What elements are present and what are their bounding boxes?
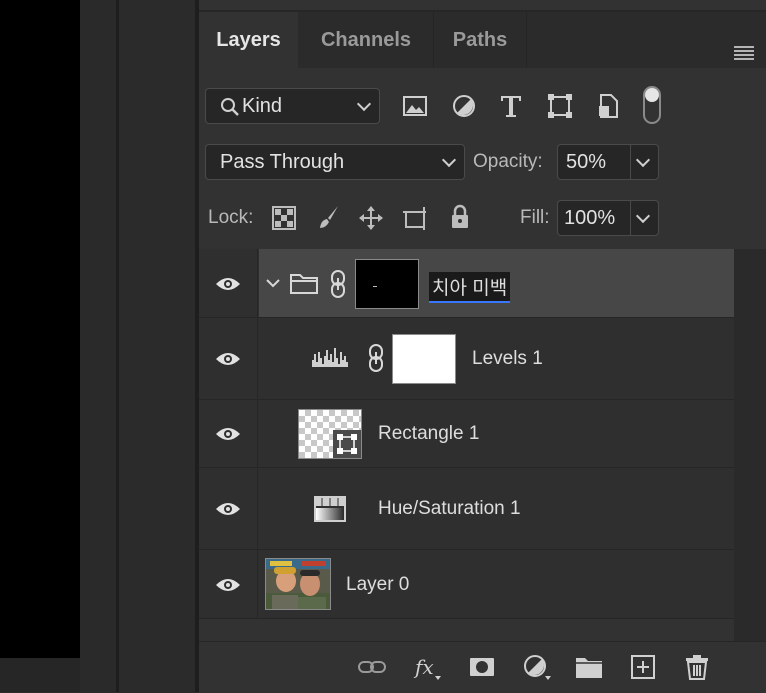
opacity-label: Opacity: bbox=[473, 151, 543, 172]
type-filter-icon[interactable] bbox=[498, 93, 524, 119]
filter-toggle-icon[interactable] bbox=[643, 86, 661, 124]
layer-name-hue-saturation[interactable]: Hue/Saturation 1 bbox=[378, 498, 521, 520]
layer-name-levels[interactable]: Levels 1 bbox=[472, 348, 543, 370]
panel-top-handle[interactable] bbox=[199, 0, 766, 12]
add-mask-icon[interactable] bbox=[468, 654, 496, 680]
fill-label: Fill: bbox=[520, 207, 550, 228]
canvas-status-strip bbox=[0, 658, 80, 692]
document-canvas[interactable] bbox=[0, 0, 80, 658]
mask-link-icon[interactable] bbox=[329, 269, 347, 299]
fill-value: 100% bbox=[564, 207, 616, 229]
dock-column-2 bbox=[119, 0, 195, 692]
panel-tabs: Layers Channels Paths bbox=[199, 12, 766, 68]
fx-icon[interactable]: fx bbox=[413, 654, 441, 680]
chevron-down-icon[interactable] bbox=[265, 277, 281, 289]
opacity-value: 50% bbox=[566, 151, 607, 173]
layer-mask-thumbnail[interactable] bbox=[392, 334, 456, 384]
layers-scrollbar[interactable] bbox=[734, 249, 766, 641]
blend-mode-select[interactable]: Pass Through bbox=[205, 144, 465, 180]
folder-icon bbox=[290, 274, 318, 294]
levels-adjustment-icon bbox=[312, 348, 348, 367]
layer-name-group[interactable]: 치아 미백 bbox=[429, 272, 511, 303]
layer-mask-thumbnail[interactable] bbox=[355, 259, 419, 309]
search-icon bbox=[221, 98, 239, 116]
visibility-eye-icon[interactable] bbox=[215, 501, 241, 517]
kind-filter-label: Kind bbox=[242, 95, 283, 117]
blend-mode-value: Pass Through bbox=[220, 151, 345, 173]
lock-image-icon[interactable] bbox=[316, 204, 342, 230]
visibility-eye-icon[interactable] bbox=[215, 276, 241, 292]
tab-layers[interactable]: Layers bbox=[199, 12, 298, 68]
smart-object-filter-icon[interactable] bbox=[596, 93, 622, 119]
delete-layer-icon[interactable] bbox=[683, 654, 711, 680]
lock-all-icon[interactable] bbox=[447, 204, 473, 230]
layer-row-hue-saturation[interactable]: Hue/Saturation 1 bbox=[199, 468, 734, 550]
lock-position-icon[interactable] bbox=[358, 205, 384, 231]
layer-name-layer-0[interactable]: Layer 0 bbox=[346, 574, 409, 596]
image-filter-icon[interactable] bbox=[402, 93, 428, 119]
opacity-input[interactable]: 50% bbox=[557, 144, 659, 180]
link-layers-icon[interactable] bbox=[358, 654, 386, 680]
shape-layer-badge-icon bbox=[333, 430, 361, 458]
shape-filter-icon[interactable] bbox=[547, 93, 573, 119]
tab-channels[interactable]: Channels bbox=[299, 12, 433, 68]
svg-text:fx: fx bbox=[413, 655, 434, 679]
new-layer-icon[interactable] bbox=[629, 654, 657, 680]
kind-filter-select[interactable]: Kind bbox=[205, 88, 380, 124]
visibility-eye-icon[interactable] bbox=[215, 577, 241, 593]
lock-artboard-icon[interactable] bbox=[402, 205, 428, 231]
chevron-down-icon bbox=[441, 152, 457, 168]
layer-row-levels[interactable]: Levels 1 bbox=[199, 318, 734, 400]
layers-bottom-toolbar: fx bbox=[199, 641, 766, 693]
layer-row-layer-0[interactable]: Layer 0 bbox=[199, 550, 734, 619]
visibility-eye-icon[interactable] bbox=[215, 351, 241, 367]
opacity-chevron-icon[interactable] bbox=[635, 152, 651, 168]
layer-name-rectangle[interactable]: Rectangle 1 bbox=[378, 423, 479, 445]
new-adjustment-icon[interactable] bbox=[523, 654, 551, 680]
visibility-eye-icon[interactable] bbox=[215, 426, 241, 442]
dock-column bbox=[80, 0, 116, 692]
tab-paths[interactable]: Paths bbox=[434, 12, 526, 68]
hue-saturation-icon bbox=[314, 496, 346, 522]
mask-link-icon[interactable] bbox=[367, 343, 385, 373]
layers-list: 치아 미백 Levels 1 Rectangle 1 Hue/Saturatio… bbox=[199, 249, 734, 641]
layer-image-thumbnail[interactable] bbox=[265, 558, 331, 610]
new-group-icon[interactable] bbox=[575, 654, 603, 680]
lock-label: Lock: bbox=[208, 207, 254, 228]
layer-row-rectangle[interactable]: Rectangle 1 bbox=[199, 400, 734, 468]
layers-panel: Layers Channels Paths Kind Pass Through … bbox=[199, 0, 766, 693]
adjustment-filter-icon[interactable] bbox=[451, 93, 477, 119]
fill-input[interactable]: 100% bbox=[557, 200, 659, 236]
lock-transparent-icon[interactable] bbox=[272, 206, 296, 230]
layer-row-group[interactable]: 치아 미백 bbox=[199, 249, 734, 318]
fill-chevron-icon[interactable] bbox=[635, 208, 651, 224]
panel-menu-icon[interactable] bbox=[734, 46, 754, 60]
chevron-down-icon bbox=[356, 96, 372, 112]
